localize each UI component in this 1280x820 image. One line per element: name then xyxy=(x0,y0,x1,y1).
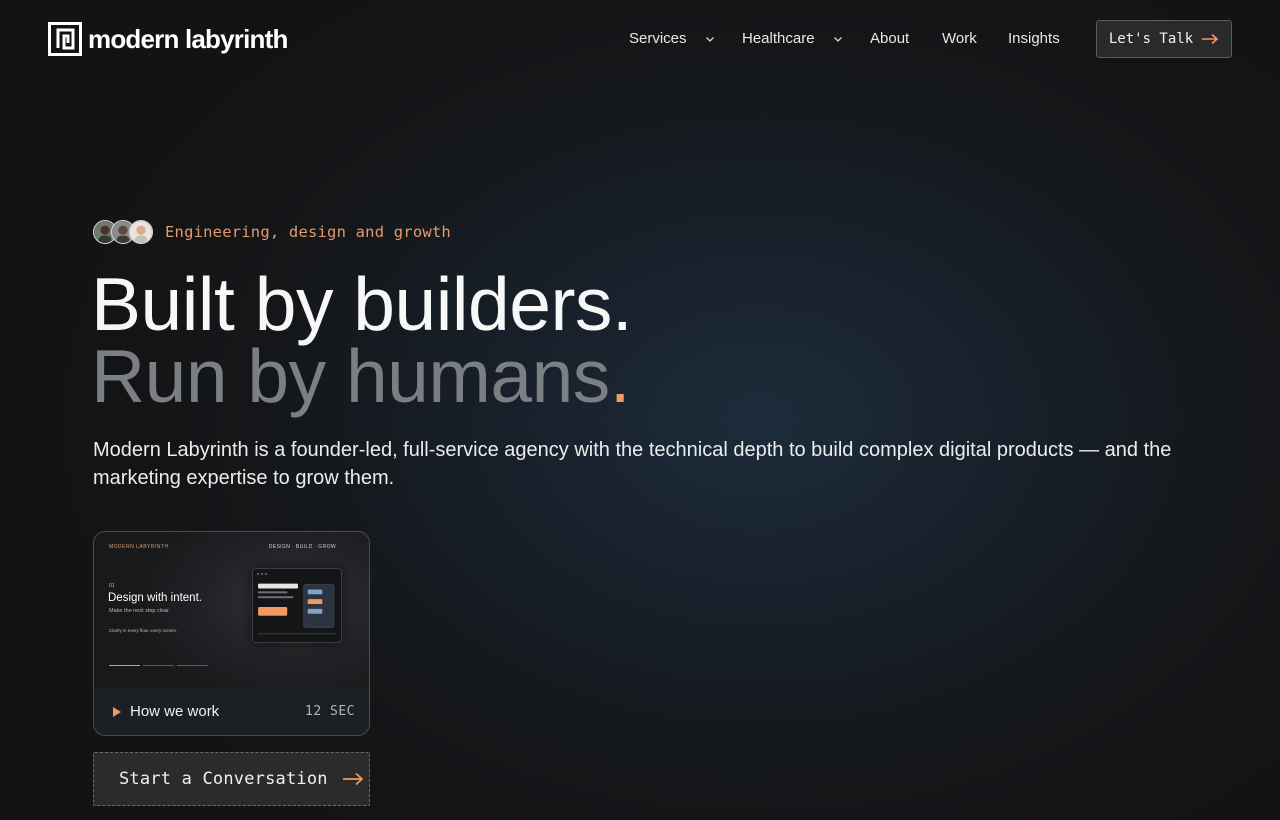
lets-talk-label: Let's Talk xyxy=(1108,31,1194,47)
chevron-down-icon[interactable] xyxy=(832,33,844,45)
video-thumbnail: MODERN LABYRINTH DESIGN · BUILD · GROW 0… xyxy=(94,532,369,688)
headline-accent-dot: . xyxy=(609,334,631,418)
thumb-line: Clarity in every flow, every screen. xyxy=(109,628,178,633)
how-we-work-video[interactable]: MODERN LABYRINTH DESIGN · BUILD · GROW 0… xyxy=(93,531,370,736)
thumb-index: 01 xyxy=(109,583,115,589)
chevron-down-icon[interactable] xyxy=(704,33,716,45)
nav-item-healthcare[interactable]: Healthcare xyxy=(742,28,815,50)
brand-name: modern labyrinth xyxy=(88,23,288,54)
nav-item-about[interactable]: About xyxy=(870,28,909,50)
thumb-nav: DESIGN · BUILD · GROW xyxy=(268,544,336,550)
headline-line-2: Run by humans. xyxy=(91,338,631,414)
logo-mark-icon xyxy=(48,22,82,56)
start-conversation-button[interactable]: Start a Conversation xyxy=(93,752,370,806)
thumb-mockup xyxy=(252,568,342,643)
thumb-brand: MODERN LABYRINTH xyxy=(109,544,169,550)
team-avatars xyxy=(93,219,155,245)
hero-eyebrow: Engineering, design and growth xyxy=(93,219,451,245)
video-label: How we work xyxy=(130,703,220,720)
thumb-progress-bar xyxy=(109,665,140,666)
eyebrow-text: Engineering, design and growth xyxy=(165,223,451,241)
thumb-subheading: Make the next step clear. xyxy=(109,608,171,614)
avatar xyxy=(129,220,153,244)
thumb-progress-bar xyxy=(143,665,174,666)
nav-item-work[interactable]: Work xyxy=(942,28,977,50)
nav-item-services[interactable]: Services xyxy=(629,28,687,50)
video-caption-bar[interactable]: How we work 12 SEC xyxy=(94,688,369,735)
arrow-right-icon xyxy=(1202,33,1219,45)
headline-line-1: Built by builders. xyxy=(91,262,633,346)
site-header: modern labyrinth Services Healthcare Abo… xyxy=(0,0,1280,78)
headline-line-2-text: Run by humans xyxy=(91,334,610,418)
thumb-progress-bar xyxy=(177,665,208,666)
thumb-heading: Design with intent. xyxy=(108,592,202,604)
nav-item-insights[interactable]: Insights xyxy=(1008,28,1060,50)
lets-talk-button[interactable]: Let's Talk xyxy=(1096,20,1232,58)
brand-logo[interactable]: modern labyrinth xyxy=(48,22,288,56)
video-duration: 12 SEC xyxy=(305,704,355,719)
hero-description: Modern Labyrinth is a founder-led, full-… xyxy=(93,439,1172,489)
play-icon[interactable] xyxy=(112,706,122,718)
arrow-right-icon xyxy=(342,772,363,786)
start-conversation-label: Start a Conversation xyxy=(119,769,328,789)
